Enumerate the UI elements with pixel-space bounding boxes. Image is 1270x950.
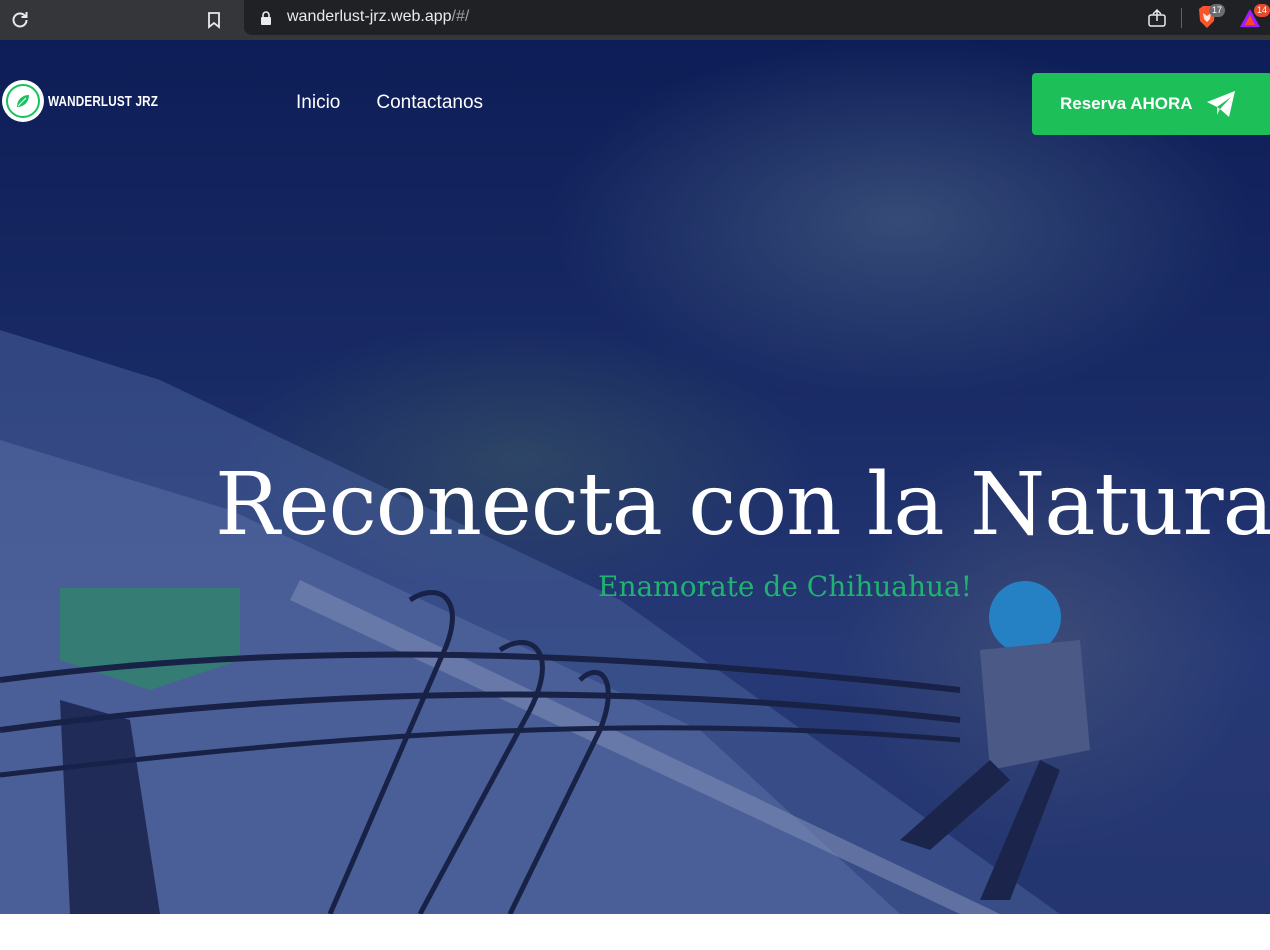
- content-section-top: [0, 914, 1270, 950]
- logo-emblem: [2, 80, 44, 122]
- hero-subtitle: Enamorate de Chihuahua!: [598, 570, 972, 603]
- leaf-icon: [17, 95, 29, 107]
- shields-badge: 17: [1209, 4, 1226, 17]
- logo-text: WANDERLUST JRZ: [48, 92, 159, 110]
- nav-link-contactanos[interactable]: Contactanos: [376, 92, 483, 114]
- bookmark-icon[interactable]: [200, 6, 228, 34]
- url-host: wanderlust-jrz.web.app: [287, 8, 452, 25]
- share-icon[interactable]: [1147, 8, 1167, 32]
- hero-title: Reconecta con la Naturaleza: [215, 455, 1270, 555]
- lock-icon: [260, 10, 272, 29]
- nav-link-inicio[interactable]: Inicio: [296, 92, 340, 114]
- reload-icon[interactable]: [6, 6, 34, 34]
- reserve-now-label: Reserva AHORA: [1060, 94, 1193, 113]
- rewards-badge: 14: [1254, 4, 1270, 17]
- paper-plane-icon: [1206, 91, 1235, 117]
- url-text: wanderlust-jrz.web.app/#/: [287, 8, 469, 26]
- url-path: /#/: [451, 8, 470, 25]
- reserve-now-button[interactable]: Reserva AHORA: [1032, 73, 1270, 135]
- browser-toolbar: wanderlust-jrz.web.app/#/ 17 14: [0, 0, 1270, 40]
- site-logo[interactable]: WANDERLUST JRZ: [2, 80, 189, 122]
- address-bar[interactable]: wanderlust-jrz.web.app/#/ 17 14: [244, 0, 1270, 35]
- toolbar-separator: [1181, 8, 1182, 28]
- hero-section: WANDERLUST JRZ Inicio Contactanos Reserv…: [0, 40, 1270, 914]
- main-nav: Inicio Contactanos: [296, 92, 483, 114]
